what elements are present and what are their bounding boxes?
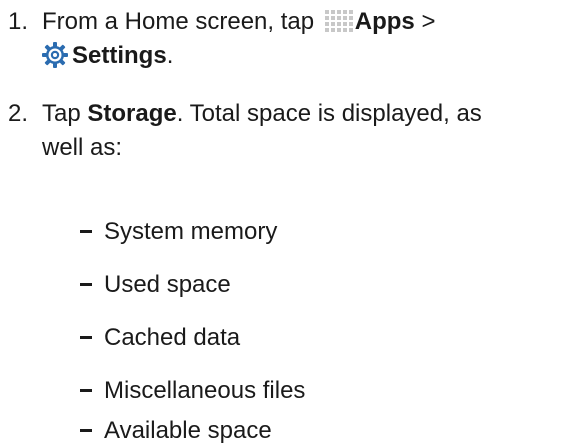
step-1-line-2: Settings. [42, 39, 435, 73]
list-item: Miscellaneous files [80, 376, 305, 406]
step-number: 1. [8, 8, 29, 35]
list-item-label: Miscellaneous files [104, 377, 306, 404]
instruction-document: 1. From a Home screen, tap Apps > Settin… [0, 0, 584, 447]
apps-label: Apps [354, 8, 415, 35]
separator: > [421, 8, 436, 35]
step-2-line-2: well as: [42, 134, 123, 161]
list-item: Cached data [80, 323, 240, 353]
step-2-line-1-rest: . Total space is displayed, as [176, 100, 482, 127]
dash-bullet [80, 429, 92, 432]
apps-grid-icon [324, 8, 353, 32]
dash-bullet [80, 336, 92, 339]
list-item-label: Used space [104, 271, 231, 298]
list-item: Available space [80, 416, 272, 446]
step-1-end-punct: . [166, 42, 174, 69]
list-item: System memory [80, 217, 277, 247]
settings-gear-icon [42, 42, 68, 68]
step-2-text: Tap Storage. Total space is displayed, a… [42, 97, 482, 165]
dash-bullet [80, 230, 92, 233]
step-1-line-1: From a Home screen, tap Apps > [42, 5, 435, 39]
list-item-label: System memory [104, 218, 278, 245]
dash-bullet [80, 283, 92, 286]
step-2-line-1: Tap Storage. Total space is displayed, a… [42, 97, 482, 131]
settings-label: Settings [72, 42, 167, 69]
list-item-label: Cached data [104, 324, 241, 351]
list-item: Used space [80, 270, 231, 300]
step-number: 2. [8, 100, 29, 127]
step-2-prefix: Tap [42, 100, 81, 127]
list-item-label: Available space [104, 417, 272, 444]
dash-bullet [80, 389, 92, 392]
storage-label: Storage [87, 100, 177, 127]
step-1-prefix: From a Home screen, tap [42, 8, 315, 35]
step-1-text: From a Home screen, tap Apps > Settings. [42, 5, 435, 73]
